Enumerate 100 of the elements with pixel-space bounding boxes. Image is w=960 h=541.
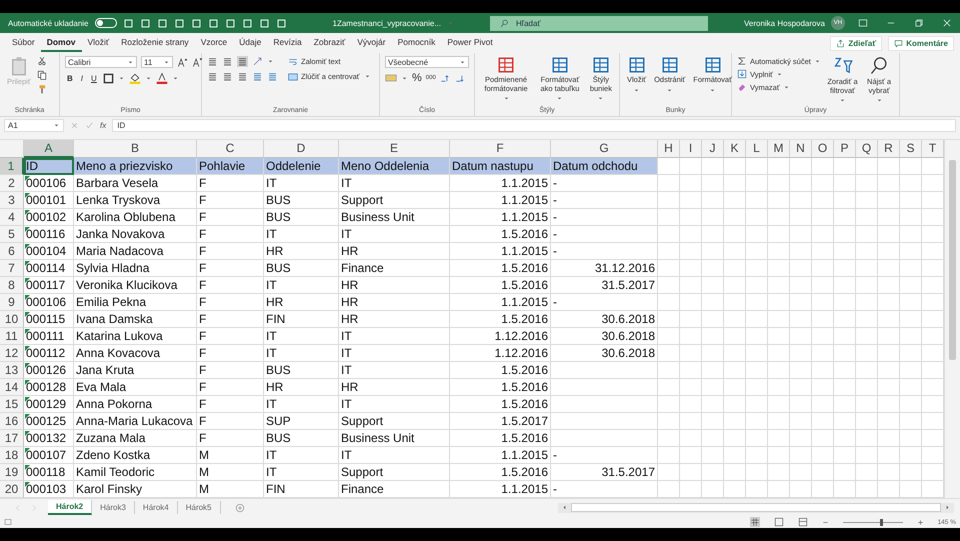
caret-icon[interactable]: [118, 74, 125, 82]
menu-tab[interactable]: Údaje: [233, 34, 268, 52]
table-cell[interactable]: HR: [264, 243, 339, 260]
previous-sheet-icon[interactable]: [14, 504, 22, 512]
table-cell[interactable]: -: [551, 243, 658, 260]
empty-cell[interactable]: [658, 243, 680, 260]
table-cell[interactable]: F: [197, 243, 264, 260]
empty-cell[interactable]: [878, 209, 900, 226]
empty-cell[interactable]: [834, 175, 856, 192]
empty-cell[interactable]: [746, 430, 768, 447]
column-header[interactable]: D: [264, 140, 339, 158]
ribbon-display-icon[interactable]: [858, 18, 868, 28]
search-field[interactable]: Hľadať: [490, 16, 708, 30]
empty-cell[interactable]: [724, 447, 746, 464]
column-header[interactable]: F: [450, 140, 551, 158]
empty-cell[interactable]: [724, 277, 746, 294]
empty-cell[interactable]: [680, 328, 702, 345]
table-cell[interactable]: Eva Mala: [74, 379, 197, 396]
table-cell[interactable]: Anna Pokorna: [74, 396, 197, 413]
table-cell[interactable]: Janka Novakova: [74, 226, 197, 243]
row-header[interactable]: 15: [0, 396, 24, 413]
empty-cell[interactable]: [812, 209, 834, 226]
table-cell[interactable]: 31.5.2017: [551, 277, 658, 294]
empty-cell[interactable]: [878, 243, 900, 260]
menu-tab[interactable]: Revízia: [267, 34, 308, 52]
empty-cell[interactable]: [834, 192, 856, 209]
row-header[interactable]: 5: [0, 226, 24, 243]
empty-cell[interactable]: [746, 447, 768, 464]
empty-cell[interactable]: [790, 311, 812, 328]
empty-cell[interactable]: [878, 345, 900, 362]
table-cell[interactable]: 000114: [24, 260, 74, 277]
table-cell[interactable]: IT: [339, 447, 450, 464]
column-heading-cell[interactable]: Datum odchodu: [551, 158, 658, 175]
table-cell[interactable]: 000111: [24, 328, 74, 345]
column-heading-cell[interactable]: Pohlavie: [197, 158, 264, 175]
column-header[interactable]: C: [197, 140, 264, 158]
table-cell[interactable]: 1.5.2016: [450, 260, 551, 277]
empty-cell[interactable]: [834, 243, 856, 260]
table-cell[interactable]: IT: [339, 362, 450, 379]
column-heading-cell[interactable]: Oddelenie: [264, 158, 339, 175]
table-cell[interactable]: IT: [264, 226, 339, 243]
empty-cell[interactable]: [900, 260, 922, 277]
table-cell[interactable]: Kamil Teodoric: [74, 464, 197, 481]
empty-cell[interactable]: [724, 243, 746, 260]
table-cell[interactable]: Lenka Tryskova: [74, 192, 197, 209]
empty-cell[interactable]: [790, 175, 812, 192]
table-cell[interactable]: IT: [339, 396, 450, 413]
empty-cell[interactable]: [658, 430, 680, 447]
empty-cell[interactable]: [856, 379, 878, 396]
empty-cell[interactable]: [900, 345, 922, 362]
caret-icon[interactable]: [814, 58, 821, 64]
empty-cell[interactable]: [812, 413, 834, 430]
table-cell[interactable]: IT: [339, 175, 450, 192]
empty-cell[interactable]: [724, 311, 746, 328]
table-cell[interactable]: Jana Kruta: [74, 362, 197, 379]
empty-cell[interactable]: [900, 396, 922, 413]
format-painter-icon[interactable]: [36, 84, 47, 94]
table-cell[interactable]: -: [551, 294, 658, 311]
row-header[interactable]: 6: [0, 243, 24, 260]
decrease-font-icon[interactable]: [192, 56, 203, 68]
empty-cell[interactable]: [790, 209, 812, 226]
empty-cell[interactable]: [834, 430, 856, 447]
empty-cell[interactable]: [680, 464, 702, 481]
autosave-toggle[interactable]: [94, 18, 116, 28]
row-header[interactable]: 10: [0, 311, 24, 328]
empty-cell[interactable]: [834, 379, 856, 396]
empty-cell[interactable]: [790, 294, 812, 311]
column-header[interactable]: T: [922, 140, 944, 158]
table-cell[interactable]: 1.5.2016: [450, 430, 551, 447]
table-cell[interactable]: F: [197, 345, 264, 362]
share-button[interactable]: Zdieľať: [830, 36, 882, 50]
row-header[interactable]: 14: [0, 379, 24, 396]
empty-cell[interactable]: [812, 328, 834, 345]
table-cell[interactable]: 000104: [24, 243, 74, 260]
table-cell[interactable]: 000117: [24, 277, 74, 294]
empty-cell[interactable]: [812, 294, 834, 311]
table-cell[interactable]: 1.5.2016: [450, 379, 551, 396]
empty-cell[interactable]: [658, 277, 680, 294]
empty-cell[interactable]: [746, 464, 768, 481]
empty-cell[interactable]: [680, 209, 702, 226]
empty-cell[interactable]: [680, 277, 702, 294]
empty-cell[interactable]: [746, 379, 768, 396]
empty-cell[interactable]: [680, 396, 702, 413]
column-header[interactable]: A: [24, 140, 74, 158]
empty-cell[interactable]: [768, 175, 790, 192]
table-cell[interactable]: 1.1.2015: [450, 209, 551, 226]
table-cell[interactable]: IT: [339, 345, 450, 362]
empty-cell[interactable]: [768, 396, 790, 413]
insert-function-button[interactable]: fx: [100, 121, 106, 130]
restore-icon[interactable]: [914, 18, 924, 28]
empty-cell[interactable]: [768, 192, 790, 209]
user-name[interactable]: Veronika Hospodarova: [744, 18, 825, 28]
empty-cell[interactable]: [768, 345, 790, 362]
empty-cell[interactable]: [790, 192, 812, 209]
empty-cell[interactable]: [680, 345, 702, 362]
empty-cell[interactable]: [878, 311, 900, 328]
empty-cell[interactable]: [812, 277, 834, 294]
table-cell[interactable]: IT: [264, 345, 339, 362]
table-cell[interactable]: 1.12.2016: [450, 345, 551, 362]
empty-cell[interactable]: [878, 294, 900, 311]
